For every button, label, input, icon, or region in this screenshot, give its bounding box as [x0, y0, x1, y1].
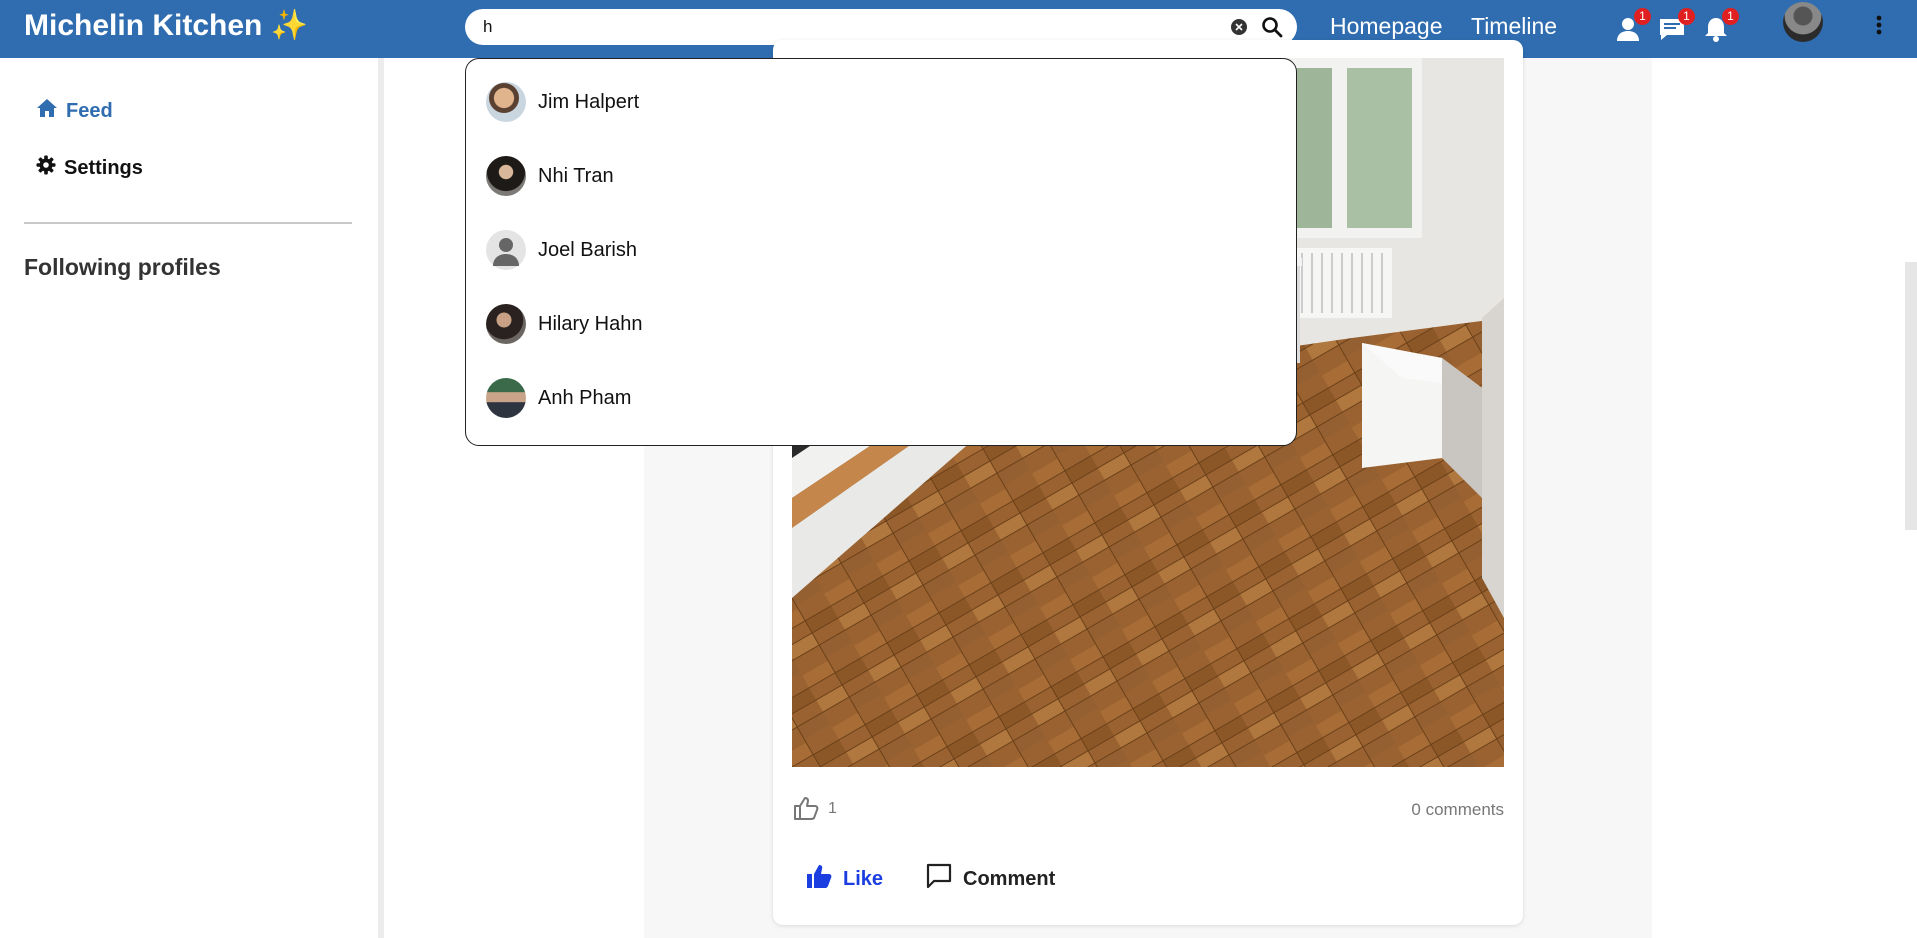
search-result-item[interactable]: Jim Halpert	[486, 81, 639, 123]
gear-icon	[36, 155, 56, 181]
home-icon	[36, 98, 58, 124]
sidebar-divider	[24, 222, 352, 224]
search-result-item[interactable]: Nhi Tran	[486, 155, 614, 197]
result-name: Hilary Hahn	[538, 312, 643, 335]
notifications-badge: 1	[1722, 8, 1739, 25]
comment-button[interactable]: Comment	[925, 862, 1056, 896]
sidebar-item-label: Settings	[64, 156, 143, 179]
like-label: Like	[843, 867, 884, 890]
clear-search-icon[interactable]	[1231, 19, 1247, 35]
sparkles-icon: ✨	[270, 9, 309, 42]
brand-logo[interactable]: Michelin Kitchen ✨	[24, 8, 308, 43]
user-avatar[interactable]	[1783, 2, 1823, 42]
comment-bubble-icon	[925, 862, 953, 896]
search-results-dropdown: Jim Halpert Nhi Tran Joel Barish Hilary …	[465, 58, 1297, 446]
result-name: Anh Pham	[538, 386, 632, 409]
search-result-item[interactable]: Hilary Hahn	[486, 303, 642, 345]
messages-icon[interactable]: 1	[1657, 8, 1695, 44]
like-thumb-icon	[792, 794, 820, 827]
search-result-item[interactable]: Anh Pham	[486, 377, 631, 419]
avatar	[486, 82, 526, 122]
nav-timeline[interactable]: Timeline	[1471, 13, 1557, 40]
result-name: Jim Halpert	[538, 90, 640, 113]
avatar	[486, 304, 526, 344]
friend-requests-badge: 1	[1634, 8, 1651, 25]
search-icon[interactable]	[1261, 16, 1283, 43]
sidebar-item-feed[interactable]: Feed	[36, 96, 113, 126]
search-input[interactable]: h	[483, 17, 492, 37]
more-options-icon[interactable]	[1875, 14, 1883, 41]
result-name: Joel Barish	[538, 238, 637, 261]
like-count: 1	[828, 800, 837, 817]
sidebar-item-label: Feed	[66, 99, 113, 122]
search-result-item[interactable]: Joel Barish	[486, 229, 637, 271]
messages-badge: 1	[1678, 8, 1695, 25]
comment-count[interactable]: 0 comments	[1411, 800, 1504, 820]
right-panel	[1652, 58, 1917, 938]
avatar	[486, 230, 526, 270]
nav-homepage[interactable]: Homepage	[1330, 13, 1443, 40]
friend-requests-icon[interactable]: 1	[1613, 8, 1651, 44]
notifications-bell-icon[interactable]: 1	[1701, 8, 1739, 44]
avatar	[486, 378, 526, 418]
sidebar-item-settings[interactable]: Settings	[36, 153, 143, 183]
result-name: Nhi Tran	[538, 164, 614, 187]
scrollbar-thumb[interactable]	[1905, 262, 1917, 530]
thumbs-up-icon	[805, 863, 833, 895]
comment-label: Comment	[963, 867, 1056, 890]
avatar	[486, 156, 526, 196]
post-stats: 1 0 comments	[792, 794, 1504, 824]
brand-name: Michelin Kitchen	[24, 9, 263, 42]
following-profiles-heading: Following profiles	[24, 254, 221, 280]
like-button[interactable]: Like	[805, 864, 883, 894]
left-sidebar	[0, 58, 378, 938]
